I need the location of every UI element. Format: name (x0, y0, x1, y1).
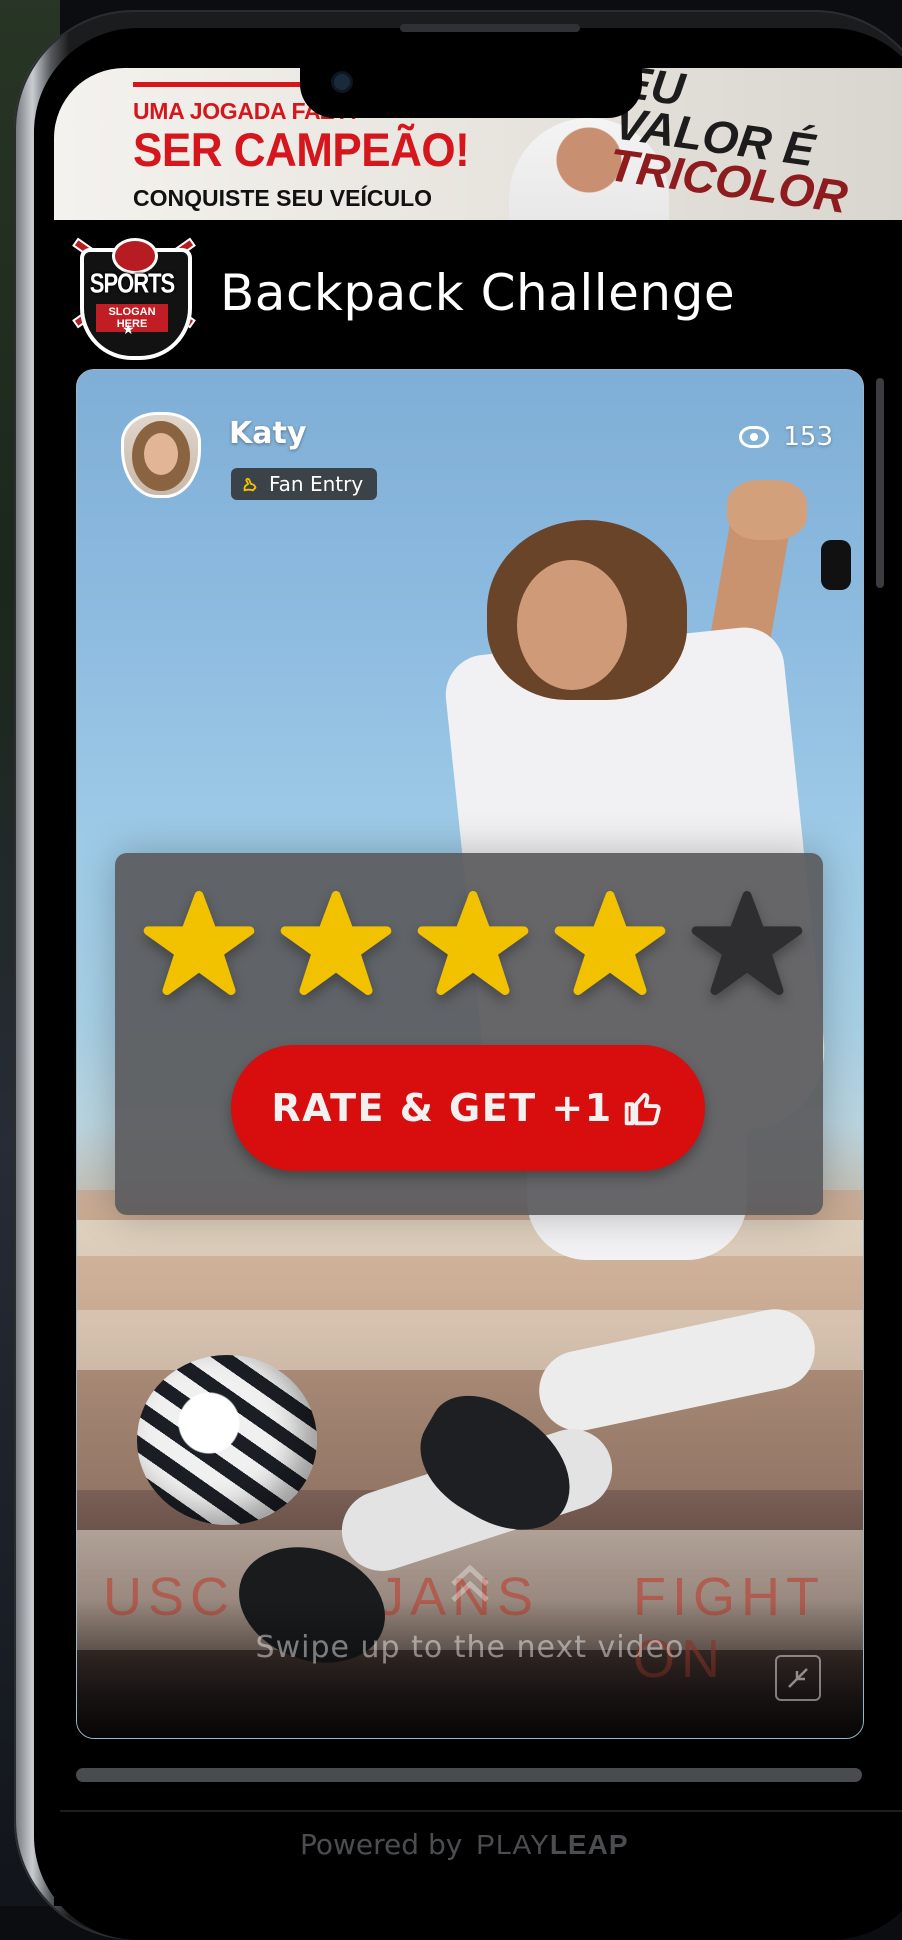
brand-bold: LEAP (549, 1828, 629, 1860)
star-3-icon[interactable] (417, 891, 529, 995)
badge-label: Fan Entry (269, 472, 364, 496)
scrollbar[interactable] (876, 378, 884, 588)
player-face (517, 560, 627, 690)
swipe-hint-text: Swipe up to the next video (255, 1630, 685, 1665)
powered-by: Powered by PLAYLEAP (300, 1828, 629, 1861)
swipe-hint: Swipe up to the next video (77, 1558, 863, 1665)
video-progress-fill (76, 1768, 862, 1782)
brand-light: PLAY (476, 1828, 550, 1860)
app-header: SPORTS LOGO SLOGAN HERE ★ Backpack Chall… (54, 220, 902, 370)
star-2-icon[interactable] (280, 891, 392, 995)
flexed-arm-icon (239, 473, 261, 495)
minimize-icon (788, 1668, 808, 1688)
thumbs-up-icon (624, 1092, 661, 1126)
eye-icon (739, 426, 770, 448)
banner-subtitle: CONQUISTE SEU VEÍCULO (133, 185, 433, 211)
player-watch (821, 540, 851, 590)
rate-button-label: RATE & GET +1 (271, 1086, 613, 1130)
soccer-ball (137, 1355, 317, 1525)
view-count: 153 (739, 422, 833, 452)
rating-panel: RATE & GET +1 (115, 853, 823, 1215)
playleap-logo[interactable]: PLAYLEAP (476, 1829, 628, 1861)
banner-title: SER CAMPEÃO! (133, 124, 470, 177)
front-camera (334, 74, 350, 90)
video-card[interactable]: USC JANS FIGHT ON Katy Fan Entry 153 RAT… (76, 369, 864, 1739)
sports-logo: SPORTS LOGO SLOGAN HERE ★ (62, 237, 202, 360)
logo-star-icon: ★ (122, 322, 135, 338)
video-progress-bar[interactable] (76, 1768, 862, 1782)
player-hand (727, 480, 807, 540)
avatar[interactable] (121, 412, 201, 498)
view-count-value: 153 (783, 422, 833, 452)
dynamic-island (300, 68, 642, 118)
star-4-icon[interactable] (554, 891, 666, 995)
chevron-up-icon (451, 1564, 489, 1602)
minimize-button[interactable] (775, 1655, 821, 1701)
avatar-face (144, 433, 178, 475)
star-1-icon[interactable] (143, 891, 255, 995)
fan-entry-badge: Fan Entry (231, 468, 378, 500)
rate-button[interactable]: RATE & GET +1 (231, 1045, 705, 1171)
page-title: Backpack Challenge (220, 264, 736, 322)
phone-speaker (400, 24, 580, 32)
powered-by-label: Powered by (300, 1828, 463, 1861)
star-5-icon[interactable] (691, 891, 803, 995)
star-rating[interactable] (143, 891, 803, 995)
user-name[interactable]: Katy (229, 416, 306, 451)
footer-divider (60, 1810, 902, 1812)
